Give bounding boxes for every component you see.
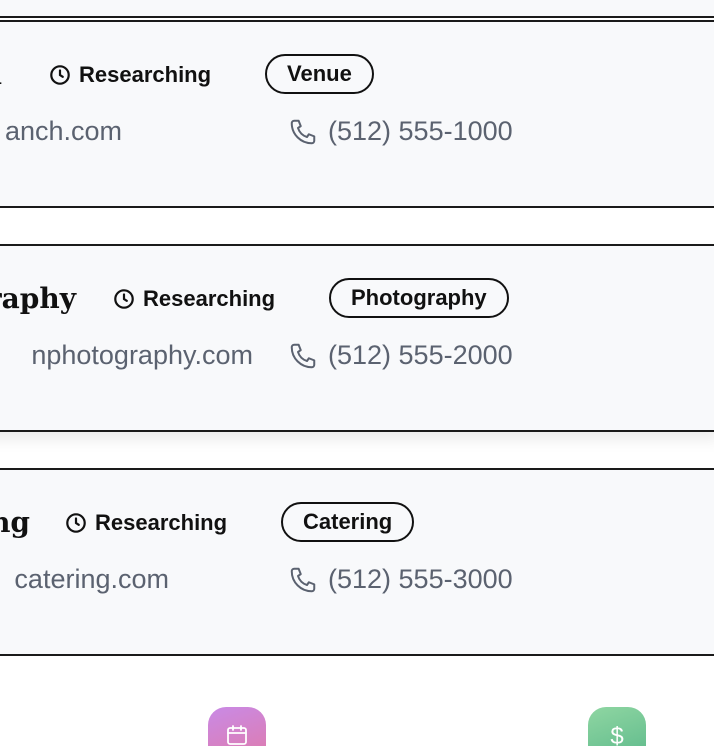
- vendor-phone-number: (512) 555-2000: [328, 340, 513, 370]
- vendor-status-label: Researching: [143, 286, 276, 311]
- calendar-icon: [225, 723, 249, 746]
- vendor-status: Researching: [65, 510, 227, 536]
- clock-icon: [113, 288, 135, 310]
- phone-icon: [288, 117, 318, 147]
- phone-icon: [288, 341, 318, 371]
- calendar-nav-button[interactable]: [208, 707, 266, 746]
- vendor-category-badge: Venue: [265, 54, 374, 94]
- clock-icon: [65, 512, 87, 534]
- vendor-category-badge: Catering: [281, 502, 415, 542]
- vendor-status: Researching: [113, 286, 275, 312]
- clock-icon: [49, 64, 71, 86]
- vendor-card[interactable]: n Researching Venue anch.com (512) 555-1…: [0, 20, 714, 208]
- budget-nav-button[interactable]: $: [588, 707, 646, 746]
- phone-icon: [288, 565, 318, 595]
- vendor-phone[interactable]: (512) 555-2000: [288, 340, 513, 371]
- vendor-phone[interactable]: (512) 555-3000: [288, 564, 513, 595]
- vendor-list-page: n Researching Venue anch.com (512) 555-1…: [0, 0, 714, 746]
- vendor-phone-number: (512) 555-1000: [328, 116, 513, 146]
- vendor-card[interactable]: ng Researching Catering catering.com (51…: [0, 468, 714, 656]
- vendor-card-previous[interactable]: [0, 0, 714, 18]
- vendor-category-badge: Photography: [329, 278, 509, 318]
- vendor-card[interactable]: raphy Researching Photography nphotograp…: [0, 244, 714, 432]
- vendor-phone[interactable]: (512) 555-1000: [288, 116, 513, 147]
- vendor-status-label: Researching: [95, 510, 228, 535]
- vendor-status: Researching: [49, 62, 211, 88]
- vendor-website-link[interactable]: catering.com: [14, 564, 169, 595]
- vendor-phone-number: (512) 555-3000: [328, 564, 513, 594]
- vendor-name: raphy: [0, 282, 76, 315]
- dollar-icon: $: [610, 723, 624, 746]
- vendor-status-label: Researching: [79, 62, 212, 87]
- vendor-website-link[interactable]: anch.com: [5, 116, 122, 147]
- vendor-name: n: [0, 58, 2, 91]
- vendor-name: ng: [0, 506, 30, 539]
- vendor-website-link[interactable]: nphotography.com: [31, 340, 253, 371]
